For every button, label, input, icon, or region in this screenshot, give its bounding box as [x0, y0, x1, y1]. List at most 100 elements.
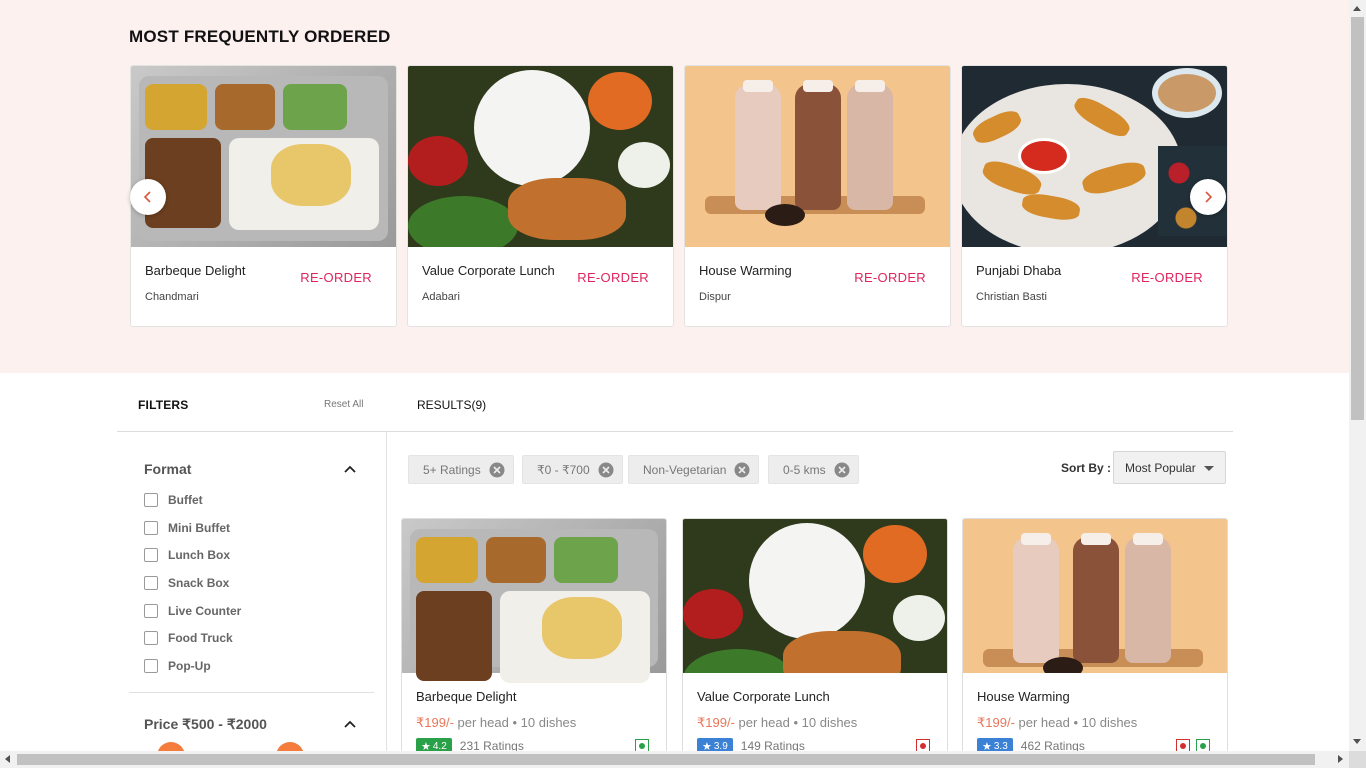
sort-selected-value: Most Popular — [1125, 460, 1196, 475]
price: ₹199/- — [977, 715, 1015, 730]
section-title: MOST FREQUENTLY ORDERED — [129, 27, 391, 46]
chip-label: ₹0 - ₹700 — [537, 462, 590, 477]
chip-label: Non-Vegetarian — [643, 462, 727, 477]
header-divider — [117, 431, 1233, 432]
frequent-card[interactable]: Punjabi Dhaba Christian Basti RE-ORDER — [961, 65, 1228, 327]
option-label: Buffet — [168, 493, 203, 507]
scrollbar-thumb[interactable] — [1351, 17, 1364, 420]
close-circle-icon[interactable] — [489, 462, 505, 478]
reorder-button[interactable]: RE-ORDER — [577, 270, 649, 285]
food-image — [131, 66, 396, 247]
rating-value: 4.2 — [432, 740, 447, 752]
filter-chip[interactable]: 0-5 kms — [768, 455, 859, 484]
sidebar-divider — [386, 432, 387, 768]
checkbox[interactable] — [144, 576, 158, 590]
card-name: Barbeque Delight — [416, 689, 517, 704]
format-option-mini-buffet[interactable]: Mini Buffet — [144, 521, 230, 535]
format-filter-title: Format — [144, 461, 192, 477]
result-card[interactable]: House Warming ₹199/- per head • 10 dishe… — [962, 518, 1228, 768]
vertical-scrollbar[interactable] — [1349, 0, 1366, 751]
sidebar-separator — [129, 692, 374, 693]
reorder-button[interactable]: RE-ORDER — [854, 270, 926, 285]
card-name: House Warming — [977, 689, 1070, 704]
format-option-food-truck[interactable]: Food Truck — [144, 631, 233, 645]
checkbox[interactable] — [144, 604, 158, 618]
chevron-left-icon — [143, 191, 151, 203]
sort-dropdown[interactable]: Most Popular — [1113, 451, 1226, 484]
per-head: per head — [1018, 715, 1070, 730]
filter-chip[interactable]: 5+ Ratings — [408, 455, 514, 484]
result-card[interactable]: Barbeque Delight ₹199/- per head • 10 di… — [401, 518, 667, 768]
card-location: Adabari — [422, 291, 460, 303]
dish-count: 10 dishes — [1081, 715, 1138, 730]
price: ₹199/- — [416, 715, 454, 730]
card-location: Christian Basti — [976, 291, 1047, 303]
rating-value: 3.9 — [713, 740, 728, 752]
option-label: Live Counter — [168, 604, 242, 618]
scroll-left-arrow-icon[interactable] — [5, 755, 10, 763]
dish-count: 10 dishes — [520, 715, 577, 730]
scroll-up-arrow-icon[interactable] — [1353, 6, 1361, 11]
frequent-card[interactable]: Value Corporate Lunch Adabari RE-ORDER — [407, 65, 674, 327]
option-label: Lunch Box — [168, 548, 230, 562]
price-filter-title: Price ₹500 - ₹2000 — [144, 716, 267, 732]
chevron-right-icon — [1205, 191, 1213, 203]
per-head: per head — [738, 715, 790, 730]
close-circle-icon[interactable] — [734, 462, 750, 478]
close-circle-icon[interactable] — [598, 462, 614, 478]
frequent-card[interactable]: Barbeque Delight Chandmari RE-ORDER — [130, 65, 397, 327]
checkbox[interactable] — [144, 493, 158, 507]
food-image — [683, 519, 947, 673]
scroll-down-arrow-icon[interactable] — [1353, 739, 1361, 744]
reset-all-link[interactable]: Reset All — [324, 399, 363, 410]
scrollbar-corner — [1349, 751, 1366, 768]
filter-chip[interactable]: ₹0 - ₹700 — [522, 455, 623, 484]
card-name: Value Corporate Lunch — [422, 263, 555, 278]
carousel-next-button[interactable] — [1190, 179, 1226, 215]
card-name: Barbeque Delight — [145, 263, 246, 278]
chevron-up-icon[interactable] — [343, 717, 357, 731]
card-location: Chandmari — [145, 291, 199, 303]
dish-count: 10 dishes — [801, 715, 858, 730]
most-frequently-ordered-section: MOST FREQUENTLY ORDERED Barbeque Delight… — [0, 0, 1349, 373]
checkbox[interactable] — [144, 548, 158, 562]
price-line: ₹199/- per head • 10 dishes — [697, 715, 858, 730]
format-option-pop-up[interactable]: Pop-Up — [144, 659, 211, 673]
price-line: ₹199/- per head • 10 dishes — [977, 715, 1138, 730]
results-heading: RESULTS(9) — [417, 398, 487, 412]
filters-heading: FILTERS — [138, 398, 189, 412]
format-option-live-counter[interactable]: Live Counter — [144, 604, 241, 618]
scrollbar-thumb[interactable] — [17, 754, 1315, 765]
checkbox[interactable] — [144, 631, 158, 645]
reorder-button[interactable]: RE-ORDER — [300, 270, 372, 285]
per-head: per head — [457, 715, 509, 730]
option-label: Pop-Up — [168, 659, 211, 673]
scroll-right-arrow-icon[interactable] — [1338, 755, 1343, 763]
close-circle-icon[interactable] — [834, 462, 850, 478]
reorder-button[interactable]: RE-ORDER — [1131, 270, 1203, 285]
option-label: Snack Box — [168, 576, 230, 590]
card-name: House Warming — [699, 263, 792, 278]
chevron-up-icon[interactable] — [343, 462, 357, 476]
chip-label: 0-5 kms — [783, 462, 826, 477]
frequent-card[interactable]: House Warming Dispur RE-ORDER — [684, 65, 951, 327]
result-card[interactable]: Value Corporate Lunch ₹199/- per head • … — [682, 518, 948, 768]
checkbox[interactable] — [144, 521, 158, 535]
food-image — [402, 519, 666, 683]
food-image — [685, 66, 950, 247]
option-label: Mini Buffet — [168, 521, 230, 535]
format-option-lunch-box[interactable]: Lunch Box — [144, 548, 230, 562]
filter-chip[interactable]: Non-Vegetarian — [628, 455, 760, 484]
card-name: Punjabi Dhaba — [976, 263, 1062, 278]
card-name: Value Corporate Lunch — [697, 689, 830, 704]
caret-down-icon — [1204, 466, 1214, 471]
carousel-prev-button[interactable] — [130, 179, 166, 215]
format-option-snack-box[interactable]: Snack Box — [144, 576, 229, 590]
format-option-buffet[interactable]: Buffet — [144, 493, 203, 507]
price: ₹199/- — [697, 715, 735, 730]
horizontal-scrollbar[interactable] — [0, 751, 1349, 768]
sort-by-label: Sort By : — [1061, 461, 1112, 475]
card-location: Dispur — [699, 291, 731, 303]
checkbox[interactable] — [144, 659, 158, 673]
chip-label: 5+ Ratings — [423, 462, 481, 477]
